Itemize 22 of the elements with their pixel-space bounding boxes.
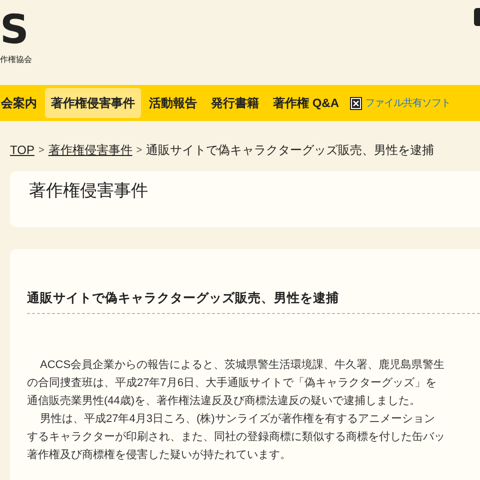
nav-tab[interactable]: 発行書籍 (205, 88, 265, 118)
breadcrumb-link[interactable]: TOP (10, 141, 34, 159)
nav-tab[interactable]: 活動報告 (143, 88, 203, 118)
breadcrumb-link[interactable]: 著作権侵害事件 (48, 141, 132, 159)
article-text-line: するキャラクターが印刷され、また、同社の登録商標に類似する商標を付した缶バッ (27, 430, 445, 445)
breadcrumb-current: 通販サイトで偽キャラクターグッズ販売、男性を逮捕 (146, 142, 434, 159)
article-text-line: 通信販売業男性(44歳)を、著作権法違反及び商標法違反の疑いで逮捕しました。 (27, 394, 421, 409)
article-text-line: の合同捜査班は、平成27年7月6日、大手通販サイトで「偽キャラクターグッズ」を (27, 376, 436, 391)
nav-tab[interactable]: 著作権 Q&A (267, 88, 345, 118)
article-text-line: 著作権及び商標権を侵害した疑いが持たれています。 (27, 448, 291, 463)
header-button[interactable] (474, 8, 480, 26)
article-text-line: ACCS会員企業からの報告によると、茨城県警生活環境課、牛久署、鹿児島県警生 (39, 358, 445, 373)
logo-mark: S (0, 8, 29, 52)
logo-subtitle: 作権協会 (0, 55, 32, 65)
breadcrumb-separator: > (136, 144, 142, 158)
breadcrumb-separator: > (38, 144, 44, 158)
article-title: 通販サイトで偽キャラクターグッズ販売、男性を逮捕 (27, 290, 340, 307)
article-text-line: 男性は、平成27年4月3日ころ、(株)サンライズが著作権を有するアニメーション (39, 412, 435, 427)
nav-tab[interactable]: 著作権侵害事件 (45, 88, 141, 118)
section-title: 著作権侵害事件 (29, 180, 149, 202)
nav-tab[interactable]: 会案内 (0, 88, 43, 118)
broken-image-icon (350, 96, 362, 110)
